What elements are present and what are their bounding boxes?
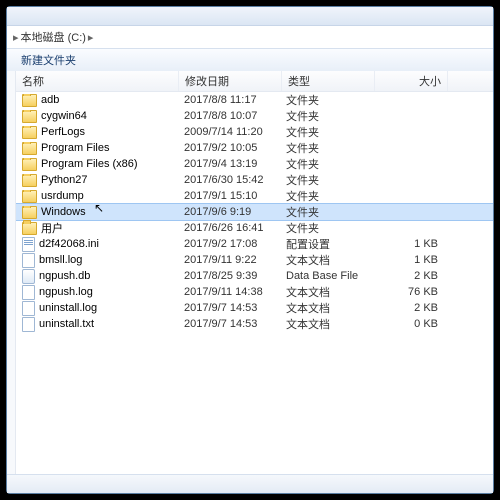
file-type: 配置设置 (280, 236, 372, 252)
explorer-window: ▸ 本地磁盘 (C:) ▸ 新建文件夹 名称 修改日期 类型 大小 adb 201… (6, 6, 494, 494)
file-date: 2017/8/8 10:07 (178, 110, 280, 122)
file-type: 文本文档 (280, 316, 372, 332)
file-type: 文件夹 (280, 140, 372, 156)
file-name: bmsll.log (39, 254, 82, 266)
file-row[interactable]: d2f42068.ini 2017/9/2 17:08配置设置1 KB (16, 236, 493, 252)
file-date: 2017/8/25 9:39 (178, 270, 280, 282)
file-size: 1 KB (372, 238, 444, 250)
folder-icon (22, 222, 37, 235)
file-size: 0 KB (372, 318, 444, 330)
file-type: Data Base File (280, 270, 372, 282)
folder-icon (22, 206, 37, 219)
col-name[interactable]: 名称 (16, 71, 179, 91)
file-date: 2017/9/2 17:08 (178, 238, 280, 250)
file-icon (22, 285, 35, 300)
file-type: 文件夹 (280, 204, 372, 220)
file-type: 文件夹 (280, 172, 372, 188)
file-type: 文件夹 (280, 156, 372, 172)
file-row[interactable]: cygwin64 2017/8/8 10:07文件夹 (16, 108, 493, 124)
file-row[interactable]: 用户 2017/6/26 16:41文件夹 (16, 220, 493, 236)
file-date: 2017/6/30 15:42 (178, 174, 280, 186)
file-name: Program Files (41, 142, 109, 154)
file-icon (22, 269, 35, 284)
file-name: uninstall.txt (39, 318, 94, 330)
folder-icon (22, 142, 37, 155)
file-size: 2 KB (372, 270, 444, 282)
file-row[interactable]: PerfLogs 2009/7/14 11:20文件夹 (16, 124, 493, 140)
column-headers[interactable]: 名称 修改日期 类型 大小 (16, 71, 493, 92)
file-name: d2f42068.ini (39, 238, 99, 250)
file-name: 用户 (41, 220, 63, 236)
file-name: ngpush.db (39, 270, 90, 282)
content-area: 名称 修改日期 类型 大小 adb2017/8/8 11:17文件夹cygwin… (7, 71, 493, 475)
file-icon (22, 301, 35, 316)
file-date: 2009/7/14 11:20 (178, 126, 280, 138)
address-bar[interactable]: ▸ 本地磁盘 (C:) ▸ (7, 26, 493, 48)
file-row[interactable]: bmsll.log 2017/9/11 9:22文本文档1 KB (16, 252, 493, 268)
file-date: 2017/8/8 11:17 (178, 94, 280, 106)
file-type: 文件夹 (280, 220, 372, 236)
file-date: 2017/9/2 10:05 (178, 142, 280, 154)
status-bar (7, 474, 493, 493)
file-date: 2017/9/11 14:38 (178, 286, 280, 298)
file-row[interactable]: ngpush.db 2017/8/25 9:39Data Base File2 K… (16, 268, 493, 284)
file-type: 文件夹 (280, 124, 372, 140)
file-date: 2017/9/11 9:22 (178, 254, 280, 266)
file-list[interactable]: 名称 修改日期 类型 大小 adb2017/8/8 11:17文件夹cygwin… (16, 71, 493, 475)
nav-pane[interactable] (7, 71, 16, 475)
folder-icon (22, 94, 37, 107)
file-name: Python27 (41, 174, 87, 186)
folder-icon (22, 190, 37, 203)
col-size[interactable]: 大小 (375, 71, 448, 91)
col-type[interactable]: 类型 (282, 71, 375, 91)
file-type: 文件夹 (280, 188, 372, 204)
folder-icon (22, 126, 37, 139)
file-icon (22, 317, 35, 332)
file-row[interactable]: uninstall.log 2017/9/7 14:53文本文档2 KB (16, 300, 493, 316)
col-date[interactable]: 修改日期 (179, 71, 282, 91)
file-icon (22, 253, 35, 268)
file-name: usrdump (41, 190, 84, 202)
file-row[interactable]: adb 2017/8/8 11:17文件夹 (16, 92, 493, 108)
new-folder-button[interactable]: 新建文件夹 (15, 51, 82, 69)
chevron-right-icon: ▸ (13, 31, 19, 44)
folder-icon (22, 174, 37, 187)
desktop: ▸ 本地磁盘 (C:) ▸ 新建文件夹 名称 修改日期 类型 大小 adb 201… (0, 0, 500, 500)
file-size: 2 KB (372, 302, 444, 314)
file-row[interactable]: uninstall.txt 2017/9/7 14:53文本文档0 KB (16, 316, 493, 332)
file-name: ngpush.log (39, 286, 93, 298)
toolbar: 新建文件夹 (7, 48, 493, 72)
file-size: 1 KB (372, 254, 444, 266)
breadcrumb-segment[interactable]: 本地磁盘 (C:) (21, 29, 86, 45)
folder-icon (22, 110, 37, 123)
file-row[interactable]: Program Files 2017/9/2 10:05文件夹 (16, 140, 493, 156)
file-icon (22, 237, 35, 252)
file-name: Windows (41, 206, 86, 218)
file-row[interactable]: usrdump 2017/9/1 15:10文件夹 (16, 188, 493, 204)
file-name: PerfLogs (41, 126, 85, 138)
file-row[interactable]: ngpush.log 2017/9/11 14:38文本文档76 KB (16, 284, 493, 300)
chevron-right-icon[interactable]: ▸ (88, 31, 94, 44)
file-date: 2017/9/6 9:19 (178, 206, 280, 218)
file-row[interactable]: Program Files (x86) 2017/9/4 13:19文件夹 (16, 156, 493, 172)
file-type: 文本文档 (280, 300, 372, 316)
file-name: uninstall.log (39, 302, 97, 314)
file-date: 2017/6/26 16:41 (178, 222, 280, 234)
file-date: 2017/9/7 14:53 (178, 318, 280, 330)
file-date: 2017/9/4 13:19 (178, 158, 280, 170)
file-name: adb (41, 94, 59, 106)
file-date: 2017/9/1 15:10 (178, 190, 280, 202)
titlebar[interactable] (7, 7, 493, 26)
folder-icon (22, 158, 37, 171)
file-type: 文本文档 (280, 284, 372, 300)
file-type: 文本文档 (280, 252, 372, 268)
file-date: 2017/9/7 14:53 (178, 302, 280, 314)
file-size: 76 KB (372, 286, 444, 298)
file-row[interactable]: Python27 2017/6/30 15:42文件夹 (16, 172, 493, 188)
file-type: 文件夹 (280, 92, 372, 108)
file-name: cygwin64 (41, 110, 87, 122)
file-name: Program Files (x86) (41, 158, 138, 170)
file-row[interactable]: Windows 2017/9/6 9:19文件夹 (16, 204, 493, 220)
file-type: 文件夹 (280, 108, 372, 124)
